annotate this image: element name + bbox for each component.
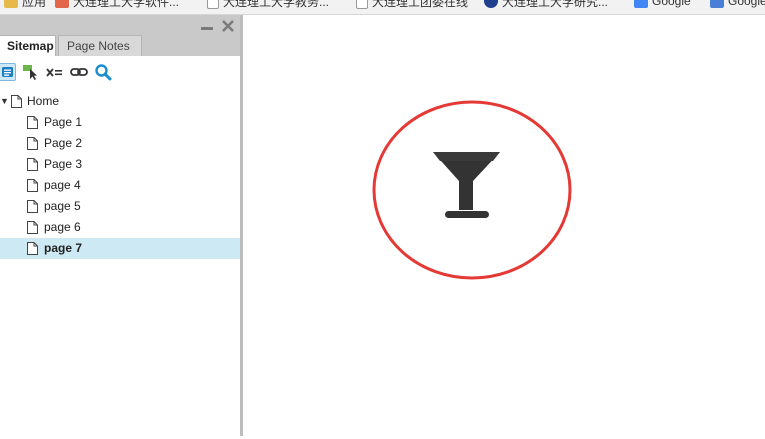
cursor-icon[interactable] bbox=[22, 63, 40, 81]
sitemap-panel: Sitemap Page Notes ▼ Home Page 1 Page 2 … bbox=[0, 15, 243, 436]
minimize-icon[interactable] bbox=[200, 19, 214, 33]
tab-page-notes[interactable]: Page Notes bbox=[58, 35, 142, 56]
page-icon bbox=[27, 242, 38, 255]
tab-sitemap[interactable]: Sitemap bbox=[0, 35, 56, 56]
expand-arrow-icon[interactable]: ▼ bbox=[0, 91, 9, 112]
page-icon bbox=[11, 95, 22, 108]
tree-node-page[interactable]: Page 1 bbox=[0, 112, 240, 133]
sitemap-toolbar bbox=[0, 56, 240, 88]
tree-node-page[interactable]: page 6 bbox=[0, 217, 240, 238]
design-canvas bbox=[243, 15, 765, 436]
tree-node-home[interactable]: ▼ Home bbox=[0, 91, 240, 112]
page-icon bbox=[27, 137, 38, 150]
page-icon bbox=[207, 0, 219, 9]
tree-node-page[interactable]: page 5 bbox=[0, 196, 240, 217]
tree-node-label: Home bbox=[27, 94, 60, 108]
tree-node-label: page 6 bbox=[44, 220, 81, 234]
page-icon bbox=[356, 0, 368, 9]
tree-node-label: page 5 bbox=[44, 199, 81, 213]
bookmark-apps[interactable]: 应用 bbox=[4, 0, 46, 10]
bookmarks-bar: 应用 大连理工大学软件... 大连理工大学教务... 大连理工团委在线 大连理工… bbox=[0, 0, 765, 15]
page-icon bbox=[27, 116, 38, 129]
tree-node-page[interactable]: page 7 bbox=[0, 238, 240, 259]
tree-node-label: page 4 bbox=[44, 178, 81, 192]
bookmark-icon bbox=[55, 0, 69, 8]
bookmark-item[interactable]: 大连理工团委在线 bbox=[356, 0, 468, 10]
page-icon bbox=[27, 200, 38, 213]
link-icon[interactable] bbox=[70, 63, 88, 81]
cocktail-glass-icon[interactable] bbox=[433, 152, 500, 218]
variables-icon[interactable] bbox=[46, 63, 64, 81]
bookmark-item[interactable]: Google bbox=[710, 0, 765, 10]
tree-node-label: page 7 bbox=[44, 241, 83, 255]
bookmark-item[interactable]: Google bbox=[634, 0, 691, 10]
pages-icon[interactable] bbox=[0, 63, 16, 81]
page-icon bbox=[27, 221, 38, 234]
apps-icon bbox=[4, 0, 18, 8]
page-icon bbox=[27, 179, 38, 192]
translate-icon bbox=[710, 0, 724, 8]
bookmark-item[interactable]: 大连理工大学教务... bbox=[207, 0, 329, 10]
tree-node-page[interactable]: Page 3 bbox=[0, 154, 240, 175]
page-icon bbox=[27, 158, 38, 171]
canvas-drawing bbox=[372, 100, 572, 280]
bookmark-item[interactable]: 大连理工大学软件... bbox=[55, 0, 179, 10]
tree-node-label: Page 1 bbox=[44, 115, 83, 129]
tree-node-label: Page 2 bbox=[44, 136, 83, 150]
panel-header: Sitemap Page Notes bbox=[0, 15, 240, 56]
tree-node-page[interactable]: Page 2 bbox=[0, 133, 240, 154]
google-icon bbox=[634, 0, 648, 8]
school-icon bbox=[484, 0, 498, 8]
bookmark-item[interactable]: 大连理工大学研究... bbox=[484, 0, 608, 10]
search-icon[interactable] bbox=[94, 63, 112, 81]
tree-node-label: Page 3 bbox=[44, 157, 83, 171]
sitemap-tree: ▼ Home Page 1 Page 2 Page 3 page 4 page 5 pag… bbox=[0, 91, 240, 259]
close-icon[interactable] bbox=[221, 19, 235, 33]
tree-node-page[interactable]: page 4 bbox=[0, 175, 240, 196]
